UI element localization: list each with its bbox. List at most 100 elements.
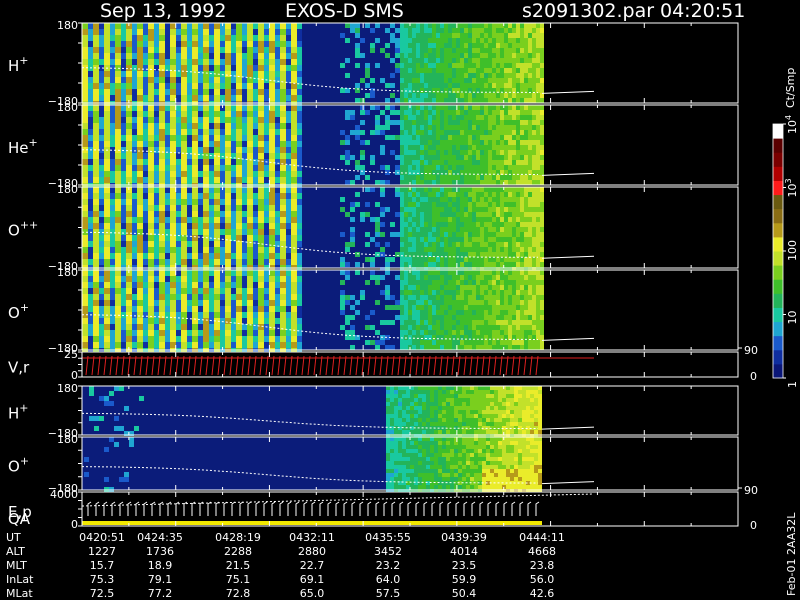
table-cell: 75.3 bbox=[90, 573, 115, 586]
colorbar-tick: 103 bbox=[784, 178, 799, 197]
side-note: Feb-01 2AA32L bbox=[785, 512, 798, 596]
colorbar-swatch bbox=[773, 208, 783, 224]
colorbar-tick: 100 bbox=[786, 240, 799, 261]
panel-7: E,pQA40000900 bbox=[8, 484, 758, 532]
panel-label: O+ bbox=[8, 455, 29, 476]
table-cell: 22.7 bbox=[300, 559, 325, 572]
colorbar-swatch bbox=[773, 293, 783, 308]
panel-label: V,r bbox=[8, 359, 30, 377]
table-cell: 0435:55 bbox=[365, 531, 411, 544]
table-cell: 23.8 bbox=[530, 559, 555, 572]
colorbar-swatch bbox=[773, 138, 783, 153]
colorbar-swatch bbox=[773, 152, 783, 167]
panel-label: H+ bbox=[8, 54, 29, 75]
table-row-label: MLat bbox=[6, 587, 33, 600]
colorbar-swatch bbox=[773, 236, 783, 252]
colorbar: Ct/Smp 1 10 100 103 104 bbox=[772, 68, 799, 388]
right-tick-bottom: 0 bbox=[750, 519, 757, 532]
table-cell: 4014 bbox=[450, 545, 478, 558]
table-cell: 75.1 bbox=[226, 573, 251, 586]
right-tick-top: 90 bbox=[744, 344, 758, 357]
table-cell: 0428:19 bbox=[215, 531, 261, 544]
table-cell: 72.5 bbox=[90, 587, 115, 600]
header-time: 04:20:51 bbox=[660, 0, 745, 22]
colorbar-swatch bbox=[773, 166, 783, 181]
panel-3: O+180−180 bbox=[8, 266, 739, 355]
table-cell: 0439:39 bbox=[441, 531, 487, 544]
colorbar-swatch bbox=[773, 222, 783, 238]
colorbar-swatch bbox=[773, 279, 783, 294]
table-cell: 15.7 bbox=[90, 559, 115, 572]
y-tick-top: 180 bbox=[57, 433, 78, 446]
table-cell: 65.0 bbox=[300, 587, 325, 600]
table-cell: 56.0 bbox=[530, 573, 555, 586]
table-cell: 21.5 bbox=[226, 559, 251, 572]
panel-5: H+180−180 bbox=[8, 382, 739, 440]
y-tick-top: 180 bbox=[57, 19, 78, 32]
table-cell: 0444:11 bbox=[519, 531, 565, 544]
table-cell: 1227 bbox=[88, 545, 116, 558]
table-cell: 50.4 bbox=[452, 587, 477, 600]
table-cell: 79.1 bbox=[148, 573, 173, 586]
sms-spectrogram-figure: Sep 13, 1992 EXOS-D SMS s2091302.par 04:… bbox=[6, 0, 799, 600]
table-cell: 77.2 bbox=[148, 587, 173, 600]
header-instrument: EXOS-D SMS bbox=[285, 0, 404, 22]
panel-1: He+180−180 bbox=[8, 101, 739, 190]
right-tick-top: 90 bbox=[744, 484, 758, 497]
panel-label: H+ bbox=[8, 402, 29, 423]
panel-label: He+ bbox=[8, 136, 38, 157]
orbit-table: UT 0420:51 0424:35 0428:19 0432:11 0435:55 043… bbox=[6, 531, 565, 600]
table-cell: 69.1 bbox=[300, 573, 325, 586]
colorbar-swatch bbox=[773, 180, 783, 196]
table-cell: 64.0 bbox=[376, 573, 401, 586]
y-tick-bottom: 0 bbox=[71, 518, 78, 531]
colorbar-unit: Ct/Smp bbox=[784, 68, 797, 108]
header-file: s2091302.par bbox=[522, 0, 654, 22]
colorbar-swatch bbox=[773, 194, 783, 210]
table-cell: 0420:51 bbox=[79, 531, 125, 544]
y-tick-top: 4000 bbox=[50, 488, 78, 501]
table-cell: 23.5 bbox=[452, 559, 477, 572]
table-cell: 72.8 bbox=[226, 587, 251, 600]
colorbar-swatch bbox=[773, 321, 783, 337]
table-cell: 2288 bbox=[224, 545, 252, 558]
table-cell: 4668 bbox=[528, 545, 556, 558]
table-cell: 57.5 bbox=[376, 587, 401, 600]
table-cell: 3452 bbox=[374, 545, 402, 558]
colorbar-swatch bbox=[773, 124, 783, 139]
table-row-label: ALT bbox=[6, 545, 25, 558]
plot-panels: H+180−180He+180−180O++180−180O+180−180V,… bbox=[8, 19, 758, 532]
table-cell: 59.9 bbox=[452, 573, 477, 586]
colorbar-tick: 10 bbox=[786, 311, 799, 325]
right-tick-bottom: 0 bbox=[750, 370, 757, 383]
header-date: Sep 13, 1992 bbox=[100, 0, 226, 22]
y-tick-top: 180 bbox=[57, 101, 78, 114]
panel-0: H+180−180 bbox=[8, 19, 739, 108]
y-tick-top: 180 bbox=[57, 382, 78, 395]
table-cell: 23.2 bbox=[376, 559, 401, 572]
table-cell: 42.6 bbox=[530, 587, 555, 600]
table-cell: 2880 bbox=[298, 545, 326, 558]
colorbar-tick: 1 bbox=[786, 381, 799, 388]
colorbar-swatch bbox=[773, 265, 783, 280]
table-row-label: MLT bbox=[6, 559, 27, 572]
table-cell: 1736 bbox=[146, 545, 174, 558]
table-row-label: InLat bbox=[6, 573, 34, 586]
table-cell: 0424:35 bbox=[137, 531, 183, 544]
panel-label-2: QA bbox=[8, 510, 31, 528]
y-tick-top: 180 bbox=[57, 266, 78, 279]
colorbar-swatch bbox=[773, 307, 783, 323]
table-row-label: UT bbox=[6, 531, 21, 544]
colorbar-swatch bbox=[773, 349, 783, 365]
table-cell: 0432:11 bbox=[289, 531, 335, 544]
panel-label: O+ bbox=[8, 301, 29, 322]
y-tick-bottom: 0 bbox=[71, 369, 78, 382]
panel-2: O++180−180 bbox=[8, 183, 739, 273]
colorbar-swatch bbox=[773, 363, 783, 379]
panel-label: O++ bbox=[8, 219, 38, 240]
colorbar-swatch bbox=[773, 251, 783, 266]
table-cell: 18.9 bbox=[148, 559, 173, 572]
colorbar-swatch bbox=[773, 335, 783, 351]
y-tick-top: 25 bbox=[64, 348, 78, 361]
y-tick-top: 180 bbox=[57, 183, 78, 196]
